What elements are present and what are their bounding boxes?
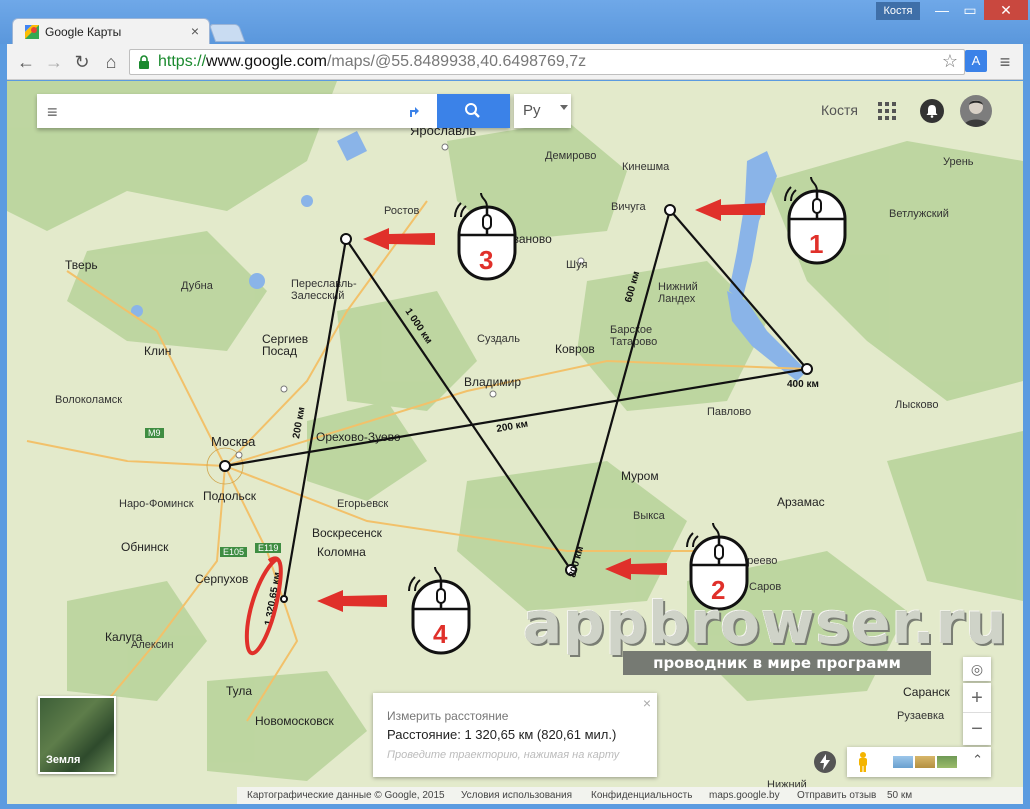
earth-label: Земля	[46, 754, 81, 766]
minimize-button[interactable]: —	[928, 0, 956, 20]
footer-domain-link[interactable]: maps.google.by	[709, 790, 780, 801]
arrow-4-annotation	[317, 590, 387, 612]
arrow-3-annotation	[363, 228, 435, 250]
segment-label-400: 400 км	[787, 379, 819, 390]
maximize-button[interactable]: ▭	[956, 0, 984, 20]
watermark-tagline: проводник в мире программ	[623, 651, 931, 675]
avatar[interactable]	[960, 95, 992, 127]
earth-view-toggle[interactable]: Земля	[38, 696, 116, 774]
chevron-up-icon[interactable]: ⌃	[972, 752, 983, 768]
google-maps-favicon-icon	[25, 25, 39, 39]
notifications-bell-icon[interactable]	[920, 99, 944, 123]
lock-icon	[139, 55, 149, 69]
arrow-2-annotation	[605, 558, 667, 580]
segment-north-south	[569, 209, 672, 571]
map-search-input[interactable]	[77, 100, 397, 122]
mouse-number: 1	[809, 229, 824, 259]
map-search-box: ≡	[37, 94, 510, 128]
bookmark-star-icon[interactable]: ☆	[942, 51, 958, 72]
search-icon	[465, 103, 480, 118]
map-search-button[interactable]	[437, 94, 510, 128]
close-window-button[interactable]: ✕	[984, 0, 1028, 20]
measure-distance-card: Измерить расстояние Расстояние: 1 320,65…	[373, 693, 657, 777]
mouse-number: 4	[433, 619, 448, 649]
mouse-icon: 3	[451, 192, 521, 288]
mouse-icon: 4	[405, 566, 475, 662]
home-icon[interactable]: ⌂	[100, 51, 122, 73]
segment-label-200-vertical: 200 км	[291, 406, 307, 439]
mouse-number: 3	[479, 245, 494, 275]
account-name[interactable]: Костя	[821, 102, 858, 118]
hamburger-menu-icon[interactable]: ≡	[47, 102, 58, 123]
imagery-strip: ⌃	[847, 747, 991, 777]
new-tab-button[interactable]	[208, 24, 246, 42]
segment-label-1000: 1 000 км	[403, 307, 435, 346]
measure-value: Расстояние: 1 320,65 км (820,61 мил.)	[387, 727, 617, 742]
imagery-thumb-1[interactable]	[893, 756, 913, 768]
chrome-menu-icon[interactable]: ≡	[994, 51, 1016, 73]
browser-toolbar: ← → ↻ ⌂ https://www.google.com/maps/@55.…	[7, 44, 1023, 80]
tab-title: Google Карты	[45, 25, 122, 39]
footer-feedback-link[interactable]: Отправить отзыв	[797, 790, 876, 801]
measure-point-end	[280, 595, 288, 603]
zoom-out-button[interactable]: −	[963, 714, 991, 744]
address-bar[interactable]: https://www.google.com/maps/@55.8489938,…	[129, 49, 965, 75]
browser-window: Google Карты × Костя — ▭ ✕ ← → ↻ ⌂ https…	[0, 0, 1030, 809]
footer-scale-label: 50 км	[887, 790, 913, 801]
measure-point-start	[219, 460, 231, 472]
imagery-thumb-2[interactable]	[915, 756, 935, 768]
translate-icon[interactable]: A	[965, 50, 987, 72]
segment-northwest-end	[282, 238, 348, 600]
my-location-icon[interactable]: ◎	[963, 657, 991, 681]
zoom-in-button[interactable]: +	[963, 683, 991, 713]
mouse-icon: 1	[781, 176, 851, 272]
reload-icon[interactable]: ↻	[71, 51, 93, 73]
arrow-1-annotation	[695, 199, 765, 221]
footer-terms-link[interactable]: Условия использования	[461, 790, 572, 801]
tab-google-maps[interactable]: Google Карты ×	[12, 18, 210, 45]
imagery-thumb-3[interactable]	[937, 756, 957, 768]
map-canvas[interactable]: Ярославль Демирово Кинешма Ростов Вичуга Иван…	[7, 81, 1023, 804]
language-value: Ру	[523, 102, 541, 119]
segment-label-800: 800 км	[567, 545, 586, 579]
measure-point-1	[801, 363, 813, 375]
directions-icon[interactable]	[403, 101, 423, 121]
url-text: https://www.google.com/maps/@55.8489938,…	[158, 53, 587, 70]
measure-point-2	[664, 204, 676, 216]
zoom-control: + −	[963, 683, 991, 745]
measure-point-4	[340, 233, 352, 245]
apps-grid-icon[interactable]	[878, 102, 896, 120]
segment-south-northwest	[345, 238, 572, 571]
map-footer: Картографические данные © Google, 2015 У…	[237, 787, 1023, 804]
profile-badge[interactable]: Костя	[876, 2, 920, 20]
measure-hint: Проведите траекторию, нажимая на карту	[387, 749, 620, 761]
measure-heading: Измерить расстояние	[387, 709, 509, 723]
watermark-brand: appbrowser.ru	[523, 589, 1008, 657]
title-bar: Google Карты × Костя — ▭ ✕	[0, 0, 1030, 45]
pegman-icon[interactable]	[857, 752, 869, 772]
close-icon[interactable]: ×	[643, 695, 651, 711]
language-dropdown[interactable]: Ру	[514, 94, 571, 128]
tab-close-icon[interactable]: ×	[191, 23, 199, 39]
lightning-icon[interactable]	[814, 751, 836, 773]
footer-privacy-link[interactable]: Конфиденциальность	[591, 790, 692, 801]
chevron-down-icon	[560, 105, 568, 110]
segment-label-600: 600 км	[623, 270, 642, 304]
back-arrow-icon[interactable]: ←	[15, 51, 37, 73]
forward-arrow-icon[interactable]: →	[43, 51, 65, 73]
segment-moscow-east	[224, 367, 808, 468]
footer-copyright: Картографические данные © Google, 2015	[247, 790, 445, 801]
